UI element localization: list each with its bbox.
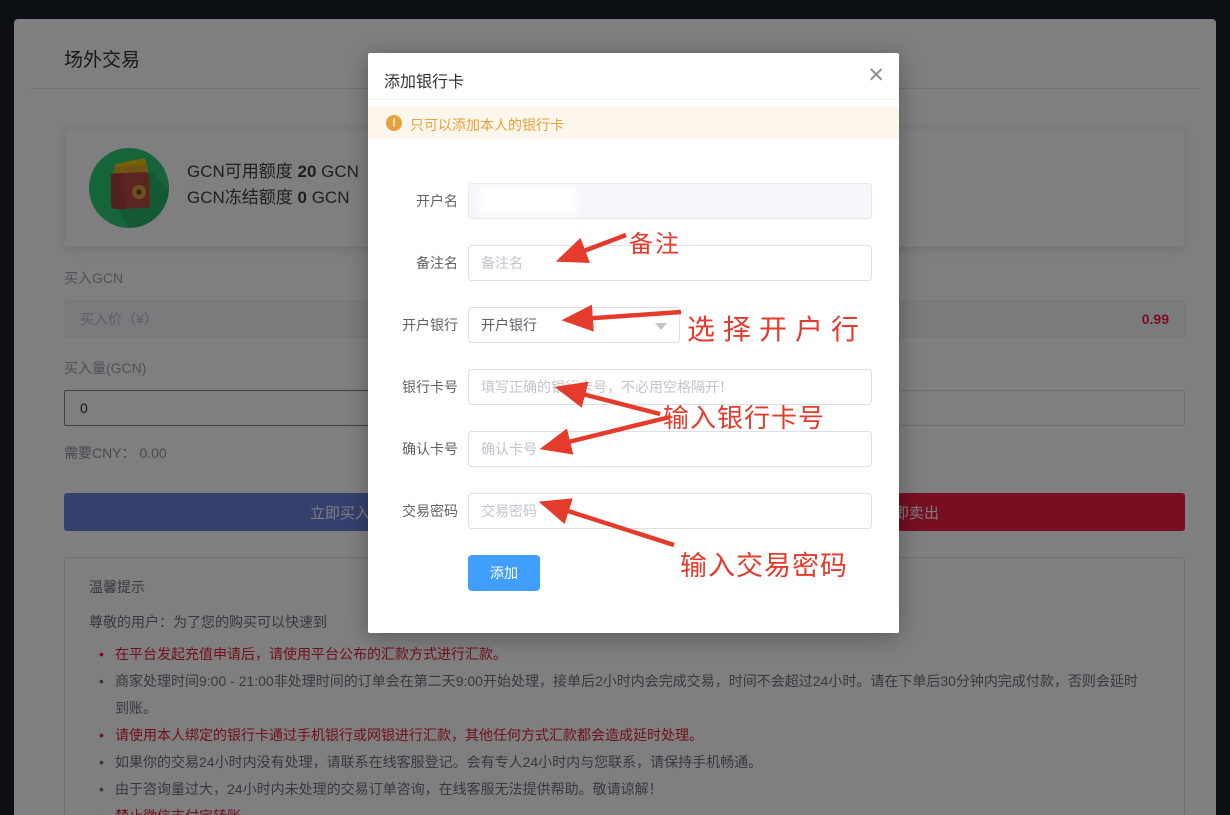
note-name-label: 备注名 bbox=[368, 245, 458, 281]
bank-select[interactable]: 开户银行 bbox=[468, 307, 680, 343]
add-bank-card-dialog: 添加银行卡 ✕ ! 只可以添加本人的银行卡 开户名 备注名 开户银行 开户银行 … bbox=[368, 53, 899, 633]
note-name-input[interactable] bbox=[468, 245, 872, 281]
bank-label: 开户银行 bbox=[368, 307, 458, 343]
close-icon[interactable]: ✕ bbox=[867, 63, 885, 88]
bank-select-value: 开户银行 bbox=[481, 308, 537, 342]
confirm-number-input[interactable] bbox=[468, 431, 872, 467]
trade-password-input[interactable] bbox=[468, 493, 872, 529]
add-button[interactable]: 添加 bbox=[468, 555, 540, 591]
account-name-label: 开户名 bbox=[368, 183, 458, 219]
card-number-input[interactable] bbox=[468, 369, 872, 405]
warning-banner: ! 只可以添加本人的银行卡 bbox=[368, 107, 899, 139]
blurred-account-name bbox=[478, 188, 578, 214]
chevron-down-icon bbox=[655, 323, 667, 330]
card-number-label: 银行卡号 bbox=[368, 369, 458, 405]
confirm-number-label: 确认卡号 bbox=[368, 431, 458, 467]
exclamation-icon: ! bbox=[386, 115, 402, 131]
dialog-header: 添加银行卡 ✕ bbox=[368, 53, 899, 100]
dialog-title: 添加银行卡 bbox=[384, 68, 464, 92]
warning-text: 只可以添加本人的银行卡 bbox=[410, 115, 564, 135]
trade-password-label: 交易密码 bbox=[368, 493, 458, 529]
